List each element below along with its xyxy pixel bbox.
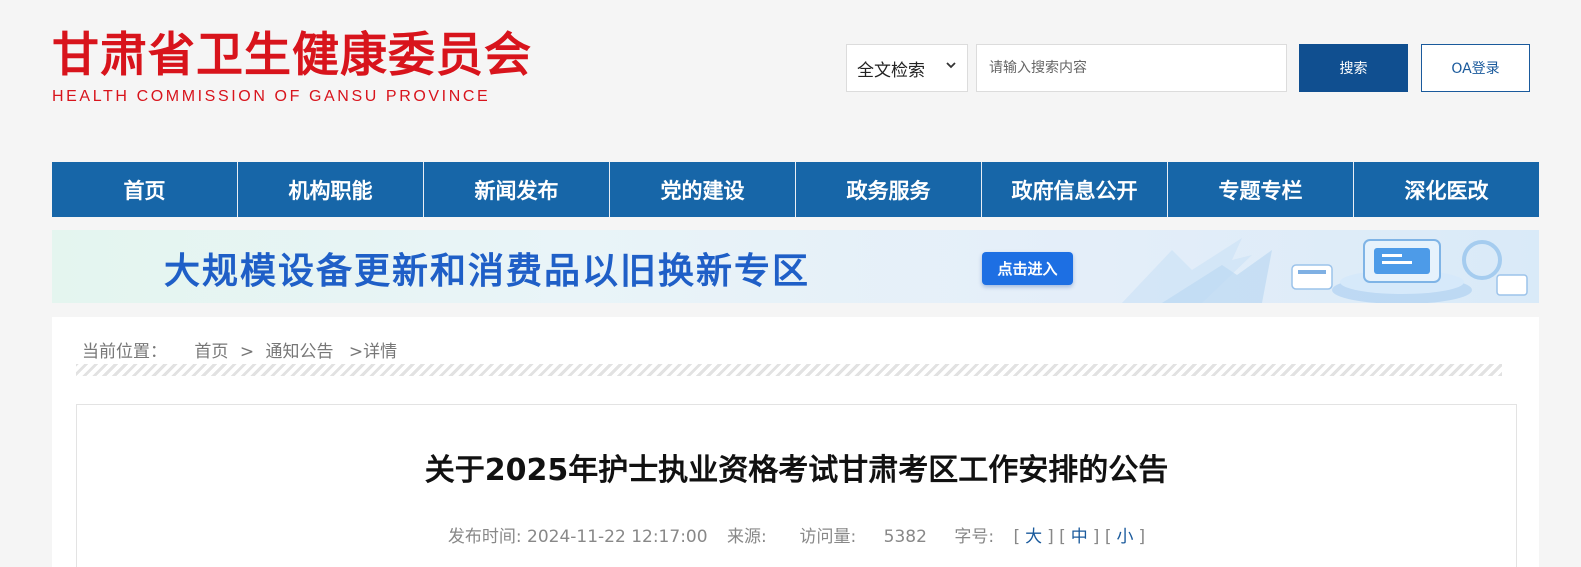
font-size-small-button[interactable]: 小 (1111, 522, 1138, 547)
search-scope-select[interactable]: 全文检索 (846, 44, 968, 92)
font-size-medium-button[interactable]: 中 (1066, 522, 1093, 547)
breadcrumb: 当前位置： 首页 > 通知公告 >详情 (82, 337, 397, 362)
bracket-open: [ (1059, 527, 1066, 547)
search-scope-value: 全文检索 (857, 60, 925, 81)
nav-item-home[interactable]: 首页 (52, 162, 238, 217)
logo-english-name: HEALTH COMMISSION OF GANSU PROVINCE (52, 88, 491, 105)
banner-enter-button[interactable]: 点击进入 (982, 252, 1073, 285)
nav-item-medical-reform[interactable]: 深化医改 (1354, 162, 1539, 217)
site-logo[interactable]: 甘肃省卫生健康委员会 HEALTH COMMISSION OF GANSU PR… (52, 30, 532, 106)
content-panel: 当前位置： 首页 > 通知公告 >详情 关于2025年护士执业资格考试甘肃考区工… (52, 317, 1539, 567)
bracket-open: [ (1104, 527, 1112, 547)
breadcrumb-separator: > (239, 342, 255, 362)
nav-item-government-services[interactable]: 政务服务 (796, 162, 982, 217)
search-input[interactable] (976, 44, 1287, 92)
article-meta: 发布时间: 2024-11-22 12:17:00 来源: 访问量: 5382 … (77, 522, 1516, 547)
publish-time-label: 发布时间: (447, 527, 522, 547)
bracket-close: ] (1047, 527, 1054, 547)
source-label: 来源: (726, 527, 767, 547)
main-nav: 首页 机构职能 新闻发布 党的建设 政务服务 政府信息公开 专题专栏 深化医改 (52, 162, 1539, 217)
chevron-down-icon (945, 59, 957, 75)
views-count: 5382 (883, 527, 927, 547)
search-button[interactable]: 搜索 (1299, 44, 1408, 92)
breadcrumb-home-link[interactable]: 首页 (194, 337, 228, 362)
publish-time: 2024-11-22 12:17:00 (527, 527, 708, 547)
promo-banner[interactable]: 大规模设备更新和消费品以旧换新专区 点击进入 (52, 230, 1539, 303)
breadcrumb-section-link[interactable]: 通知公告 (265, 337, 333, 362)
bracket-close: ] (1138, 527, 1146, 547)
nav-item-information-disclosure[interactable]: 政府信息公开 (982, 162, 1168, 217)
views-label: 访问量: (799, 527, 857, 547)
banner-illustration-icon (1122, 238, 1528, 303)
nav-item-news-release[interactable]: 新闻发布 (424, 162, 610, 217)
banner-title: 大规模设备更新和消费品以旧换新专区 (164, 251, 811, 292)
nav-item-special-topics[interactable]: 专题专栏 (1168, 162, 1354, 217)
font-size-label: 字号: (954, 527, 995, 547)
article-container: 关于2025年护士执业资格考试甘肃考区工作安排的公告 发布时间: 2024-11… (76, 404, 1517, 567)
breadcrumb-label: 当前位置： (82, 342, 167, 362)
divider-stripe (76, 364, 1502, 376)
logo-chinese-name: 甘肃省卫生健康委员会 (52, 28, 532, 83)
article-title: 关于2025年护士执业资格考试甘肃考区工作安排的公告 (424, 453, 1169, 488)
oa-login-button[interactable]: OA登录 (1421, 44, 1530, 92)
breadcrumb-current: >详情 (348, 342, 398, 362)
bracket-open: [ (1013, 527, 1021, 547)
font-size-large-button[interactable]: 大 (1020, 522, 1047, 547)
nav-item-party-building[interactable]: 党的建设 (610, 162, 796, 217)
bracket-close: ] (1092, 527, 1100, 547)
nav-item-institution-functions[interactable]: 机构职能 (238, 162, 424, 217)
